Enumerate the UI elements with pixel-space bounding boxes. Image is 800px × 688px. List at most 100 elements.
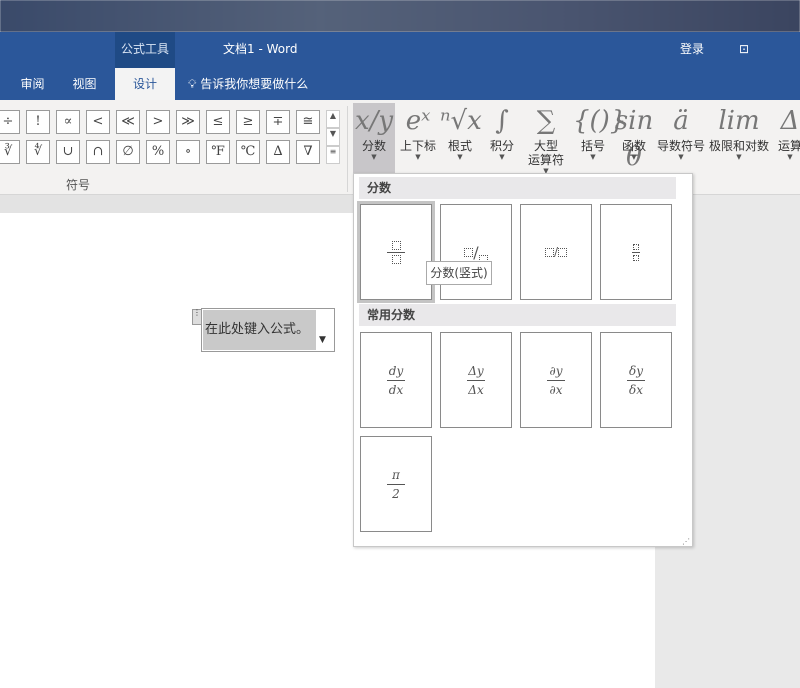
structure-icon: ∫ [495, 106, 509, 136]
fraction-skewed[interactable]: / [440, 204, 512, 300]
structure-icon: {()} [573, 106, 627, 136]
symbol-button[interactable]: ! [26, 110, 50, 134]
symbol-button[interactable]: ÷ [0, 110, 20, 134]
section-header-common-fractions: 常用分数 [359, 304, 676, 326]
structure-button[interactable]: ∑ 大型 运算符 ▼ [522, 103, 570, 175]
chevron-down-icon: ▼ [787, 153, 793, 161]
structure-icon: Δ [780, 106, 800, 136]
symbol-button[interactable]: ∆ [266, 140, 290, 164]
gallery-scroll-down[interactable]: ▼ [326, 128, 340, 146]
equation-options-icon[interactable]: ▼ [319, 335, 326, 345]
symbol-button[interactable]: ≤ [206, 110, 230, 134]
chevron-down-icon: ▼ [415, 153, 421, 161]
equation-handle-icon[interactable]: ⋮ [192, 309, 202, 325]
denominator: 2 [392, 486, 400, 501]
fraction-linear[interactable]: / [520, 204, 592, 300]
common-fraction[interactable]: ∂y ∂x [520, 332, 592, 428]
chevron-down-icon: ▼ [736, 153, 742, 161]
numerator: ∂y [549, 363, 563, 378]
chevron-down-icon: ▼ [457, 153, 463, 161]
document-title: 文档1 - Word [223, 42, 298, 56]
gallery-scroll-up[interactable]: ▲ [326, 110, 340, 128]
structure-icon: x/y [354, 106, 394, 136]
symbol-button[interactable]: ∪ [56, 140, 80, 164]
common-fraction[interactable]: δy δx [600, 332, 672, 428]
structure-label: 根式 [447, 139, 472, 153]
symbol-button[interactable]: < [86, 110, 110, 134]
symbol-button[interactable]: ∇ [296, 140, 320, 164]
structure-button[interactable]: sin θ 函数 ▼ [614, 103, 654, 173]
context-tab-equation-tools: 公式工具 [115, 32, 175, 68]
tooltip: 分数(竖式) [426, 261, 492, 285]
structure-button[interactable]: lim 极限和对数 ▼ [708, 103, 770, 173]
common-fraction[interactable]: π2 [360, 436, 432, 532]
tab-view[interactable]: 视图 [62, 68, 107, 100]
structure-button[interactable]: x/y 分数 ▼ [353, 103, 395, 173]
tab-design[interactable]: 设计 [115, 68, 175, 100]
structure-label: 函数 [621, 139, 646, 153]
symbol-button[interactable]: ≥ [236, 110, 260, 134]
structure-label: 大型 运算符 [527, 139, 564, 167]
numerator: δy [628, 363, 643, 378]
section-header-fraction: 分数 [359, 177, 676, 199]
equation-box[interactable]: ⋮ 在此处键入公式。 ▼ [192, 308, 335, 352]
structure-label: 分数 [361, 139, 386, 153]
symbol-button[interactable]: ≫ [176, 110, 200, 134]
chevron-down-icon: ▼ [499, 153, 505, 161]
tell-me-box[interactable]: 💡︎ 告诉我你想要做什么 [188, 68, 308, 100]
denominator: δx [629, 382, 643, 397]
tab-review[interactable]: 审阅 [10, 68, 55, 100]
structure-label: 积分 [489, 139, 514, 153]
structure-button[interactable]: eˣ 上下标 ▼ [397, 103, 439, 173]
tell-me-text: 告诉我你想要做什么 [200, 77, 309, 91]
structure-icon: lim [718, 106, 760, 136]
structure-icon: ∑ [536, 106, 556, 136]
structure-icon: sin θ [614, 106, 654, 172]
symbol-button[interactable]: > [146, 110, 170, 134]
fraction-stacked[interactable] [357, 201, 435, 303]
chevron-down-icon: ▼ [631, 153, 637, 161]
symbol-button[interactable]: ℃ [236, 140, 260, 164]
fraction-dropdown: 分数 / / 常用分数 dy dx Δy Δx ∂y ∂x δy δx π 2 ⋰ [353, 173, 693, 547]
symbol-button[interactable]: ∘ [176, 140, 200, 164]
lightbulb-icon: 💡︎ [188, 77, 197, 91]
sign-in-link[interactable]: 登录 [680, 32, 704, 68]
numerator: Δy [468, 363, 484, 378]
symbol-button[interactable]: ℉ [206, 140, 230, 164]
gallery-expand[interactable]: ≡ [326, 146, 340, 164]
symbol-button[interactable]: % [146, 140, 170, 164]
equation-placeholder[interactable]: 在此处键入公式。 [203, 310, 316, 350]
structure-label: 上下标 [399, 139, 436, 153]
denominator: dx [388, 382, 404, 397]
resize-grip-icon[interactable]: ⋰ [682, 537, 690, 546]
structure-label: 极限和对数 [708, 139, 769, 153]
symbol-button[interactable]: ∜ [26, 140, 50, 164]
structure-button[interactable]: ∫ 积分 ▼ [482, 103, 522, 173]
taskbar-blurred [0, 0, 800, 32]
structure-label: 导数符号 [656, 139, 705, 153]
symbol-button[interactable]: ∩ [86, 140, 110, 164]
chevron-down-icon: ▼ [590, 153, 596, 161]
symbol-button[interactable]: ≅ [296, 110, 320, 134]
common-fraction[interactable]: Δy Δx [440, 332, 512, 428]
common-fraction[interactable]: dy dx [360, 332, 432, 428]
symbol-button[interactable]: ∝ [56, 110, 80, 134]
symbol-button[interactable]: ∛ [0, 140, 20, 164]
symbol-button[interactable]: ≪ [116, 110, 140, 134]
denominator: Δx [468, 382, 484, 397]
chevron-down-icon: ▼ [678, 153, 684, 161]
structure-icon: eˣ [405, 106, 431, 136]
structure-icon: ⁿ√x [440, 106, 482, 136]
structure-button[interactable]: ⁿ√x 根式 ▼ [440, 103, 482, 173]
denominator: ∂x [549, 382, 563, 397]
structure-label: 运算 [777, 139, 800, 153]
structure-button[interactable]: {()} 括号 ▼ [573, 103, 627, 173]
structure-button[interactable]: Δ 运算 ▼ [770, 103, 800, 173]
symbol-button[interactable]: ∓ [266, 110, 290, 134]
ribbon-display-icon[interactable]: ⊡ [739, 32, 749, 68]
fraction-small[interactable] [600, 204, 672, 300]
numerator: π [392, 467, 400, 482]
structure-button[interactable]: ä 导数符号 ▼ [656, 103, 706, 173]
symbol-button[interactable]: ∅ [116, 140, 140, 164]
numerator: dy [388, 363, 404, 378]
